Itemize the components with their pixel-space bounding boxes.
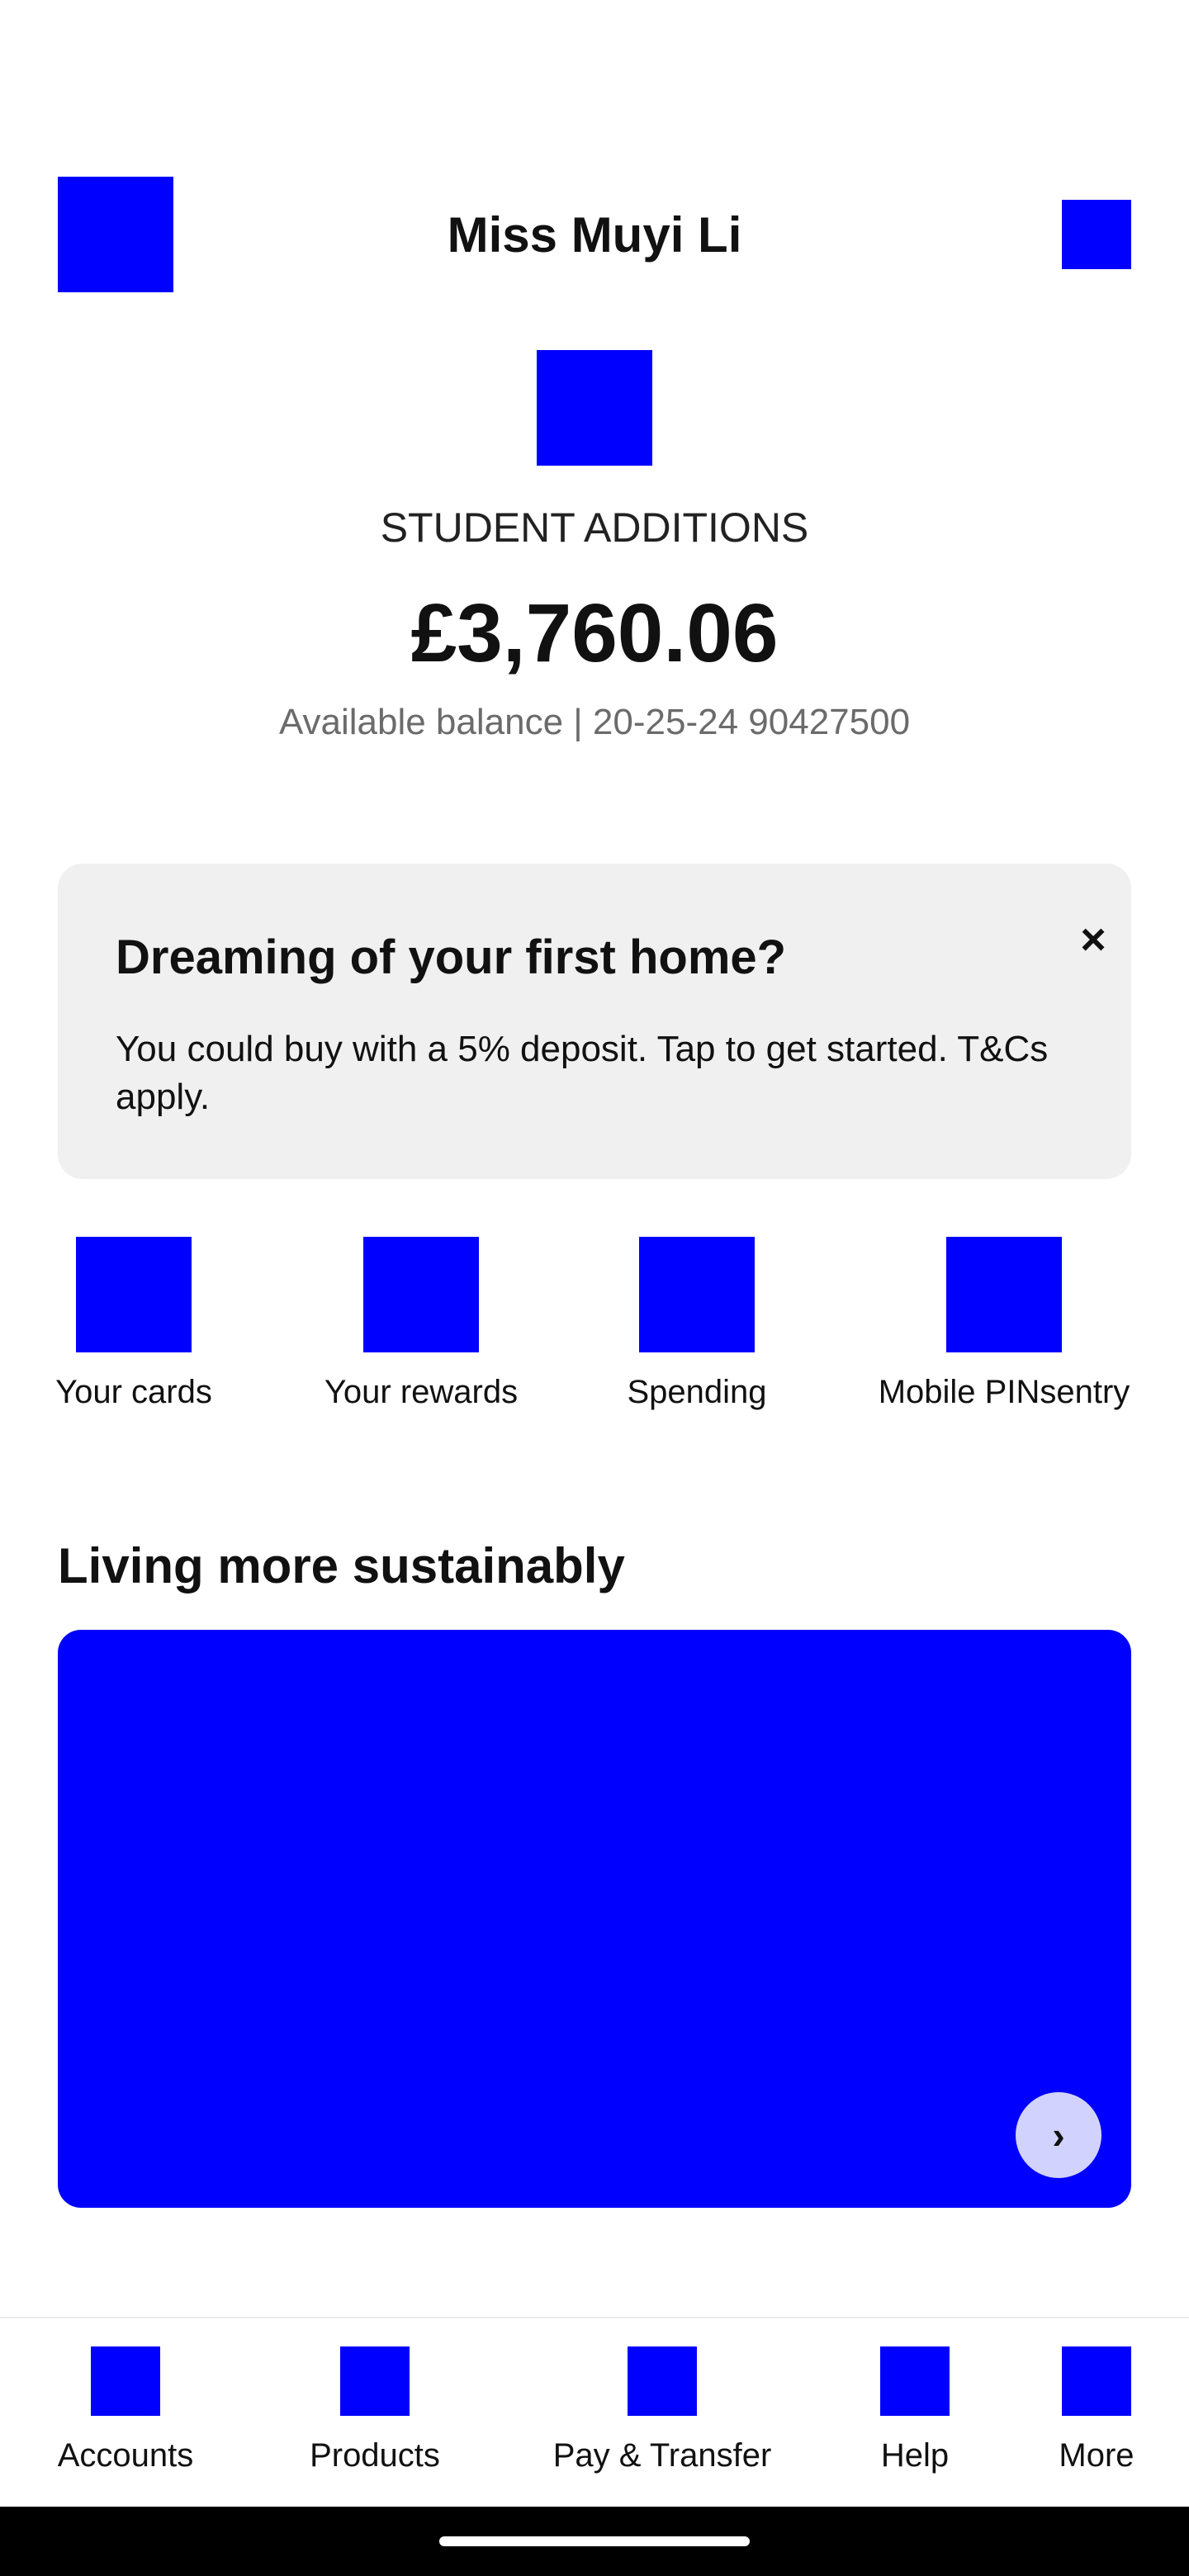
- nav-item-help[interactable]: Help: [832, 2346, 997, 2474]
- pinsentry-icon: [946, 1237, 1062, 1352]
- cards-icon: [76, 1237, 192, 1352]
- account-name: STUDENT ADDITIONS: [380, 504, 809, 551]
- account-balance: £3,760.06: [410, 587, 779, 680]
- spending-icon: [639, 1237, 755, 1352]
- promo-title: Dreaming of your first home?: [116, 930, 787, 984]
- products-icon: [340, 2346, 410, 2416]
- account-meta: Available balance | 20-25-24 90427500: [278, 702, 911, 742]
- rewards-icon: [363, 1237, 479, 1352]
- promo-card[interactable]: Dreaming of your first home? You could b…: [58, 864, 1131, 1179]
- quick-action-your-cards[interactable]: Your cards: [18, 1237, 249, 1411]
- close-icon[interactable]: ×: [1067, 913, 1120, 966]
- nav-label: More: [1059, 2437, 1135, 2474]
- quick-action-label: Your rewards: [324, 1374, 519, 1410]
- home-indicator[interactable]: [439, 2536, 750, 2546]
- section-title: Living more sustainably: [58, 1538, 625, 1593]
- quick-action-mobile-pinsentry[interactable]: Mobile PINsentry: [865, 1237, 1143, 1411]
- bottom-nav: Accounts Products Pay & Transfer Help Mo…: [0, 2317, 1189, 2508]
- nav-item-accounts[interactable]: Accounts: [26, 2346, 225, 2474]
- more-icon: [1062, 2346, 1131, 2416]
- customer-name: Miss Muyi Li: [447, 207, 742, 263]
- promo-body: You could buy with a 5% deposit. Tap to …: [116, 1029, 1049, 1117]
- nav-item-pay-transfer[interactable]: Pay & Transfer: [530, 2346, 794, 2474]
- quick-action-label: Mobile PINsentry: [878, 1374, 1130, 1410]
- nav-label: Accounts: [57, 2437, 194, 2474]
- help-icon: [880, 2346, 950, 2416]
- nav-label: Products: [310, 2437, 440, 2474]
- account-icon[interactable]: [1062, 200, 1131, 269]
- quick-action-spending[interactable]: Spending: [581, 1237, 812, 1411]
- chevron-right-icon[interactable]: ›: [1016, 2092, 1101, 2178]
- pay-transfer-icon: [628, 2346, 697, 2416]
- nav-label: Pay & Transfer: [552, 2437, 772, 2474]
- nav-item-more[interactable]: More: [1022, 2346, 1171, 2474]
- account-brand-icon: [537, 350, 652, 466]
- nav-label: Help: [880, 2437, 950, 2474]
- quick-action-your-rewards[interactable]: Your rewards: [306, 1237, 537, 1411]
- feature-card[interactable]: ›: [58, 1630, 1131, 2208]
- nav-item-products[interactable]: Products: [276, 2346, 474, 2474]
- quick-action-label: Your cards: [55, 1374, 212, 1410]
- quick-action-label: Spending: [627, 1374, 767, 1410]
- gesture-bar: [0, 2507, 1189, 2576]
- accounts-icon: [91, 2346, 160, 2416]
